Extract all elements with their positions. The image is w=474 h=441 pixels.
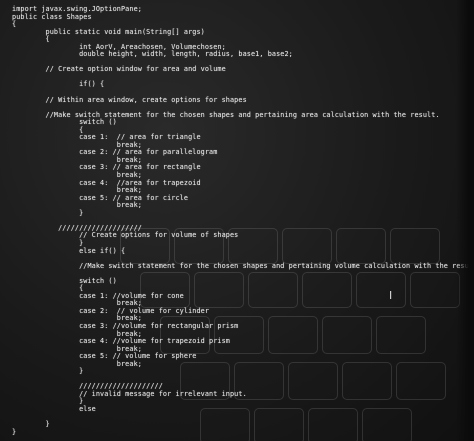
screen-bezel bbox=[456, 0, 474, 441]
code-line: double height, width, length, radius, ba… bbox=[12, 50, 293, 59]
code-line: public class Shapes bbox=[12, 12, 92, 21]
code-line: // Within area window, create options fo… bbox=[12, 95, 247, 104]
code-line: } bbox=[12, 208, 84, 217]
code-line: else if() { bbox=[12, 246, 126, 255]
code-line: // Create option window for area and vol… bbox=[12, 65, 226, 74]
code-line: } bbox=[12, 420, 50, 429]
code-line: } bbox=[12, 367, 84, 376]
laptop-screen-photo: import javax.swing.JOptionPane; public cl… bbox=[0, 0, 474, 441]
code-editor[interactable]: import javax.swing.JOptionPane; public cl… bbox=[12, 5, 474, 436]
code-line: } bbox=[12, 427, 17, 436]
code-line: else bbox=[12, 404, 96, 413]
code-line: if() { bbox=[12, 80, 105, 89]
code-line: //Make switch statement for the chosen s… bbox=[12, 261, 474, 270]
code-line: public static void main(String[] args) bbox=[12, 27, 205, 36]
text-cursor-icon: I bbox=[389, 289, 393, 302]
